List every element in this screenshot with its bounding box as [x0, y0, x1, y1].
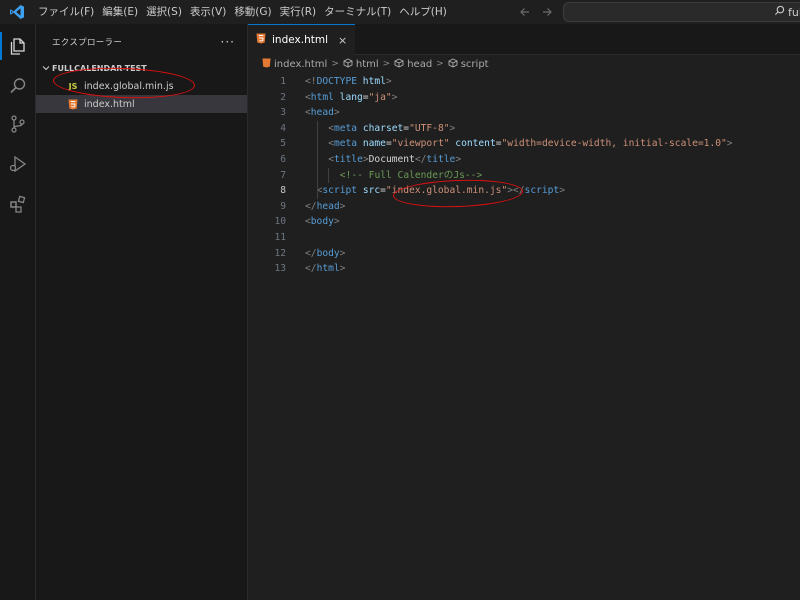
breadcrumb-label: script — [460, 58, 489, 70]
vscode-logo-icon — [0, 0, 34, 24]
code-text: <!-- Full CalenderのJs--> — [339, 169, 483, 181]
menu-terminal[interactable]: ターミナル(T) — [320, 0, 395, 24]
code-line[interactable]: 7 <!-- Full CalenderのJs--> — [248, 168, 800, 184]
navigation-arrows — [518, 0, 554, 24]
line-number: 3 — [280, 107, 286, 119]
code-line[interactable]: 1 <!DOCTYPE html> — [248, 74, 800, 90]
code-line[interactable]: 13 </html> — [248, 261, 800, 277]
code-text: <title>Document</title> — [328, 154, 462, 165]
back-arrow-icon[interactable] — [518, 5, 532, 19]
line-number: 8 — [280, 185, 286, 197]
breadcrumb-html[interactable]: html — [343, 57, 379, 71]
breadcrumb-file[interactable]: index.html — [262, 58, 327, 71]
editor-area: index.html × index.html > html > head > … — [248, 24, 800, 600]
symbol-element-icon — [394, 57, 404, 71]
code-line[interactable]: 5 <meta name="viewport" content="width=de… — [248, 136, 800, 152]
command-center-search[interactable]: full — [563, 2, 800, 22]
tab-index-html[interactable]: index.html × — [248, 24, 356, 55]
title-bar: ファイル(F) 編集(E) 選択(S) 表示(V) 移動(G) 実行(R) ター… — [0, 0, 800, 24]
code-text: </head> — [305, 200, 346, 212]
line-number: 5 — [280, 138, 286, 150]
breadcrumb: index.html > html > head > script — [248, 55, 800, 73]
html-file-icon — [66, 99, 80, 110]
folder-fullcalendar-test[interactable]: FULLCALENDAR-TEST — [36, 59, 247, 77]
line-number: 10 — [274, 216, 286, 228]
line-number: 6 — [280, 154, 286, 165]
line-number: 12 — [274, 247, 286, 259]
file-index-global-min-js[interactable]: JS index.global.min.js — [36, 77, 247, 95]
chevron-right-icon: > — [436, 59, 444, 69]
explorer-icon[interactable] — [4, 32, 32, 60]
code-line[interactable]: 4 <meta charset="UTF-8"> — [248, 121, 800, 137]
js-file-icon: JS — [68, 81, 78, 91]
line-number: 11 — [274, 232, 286, 243]
line-number: 7 — [280, 169, 286, 181]
menu-run[interactable]: 実行(R) — [276, 0, 321, 24]
source-control-icon[interactable] — [4, 110, 32, 138]
explorer-header: エクスプローラー ··· — [36, 24, 247, 59]
code-text: </html> — [305, 263, 346, 275]
indent-guide — [316, 120, 318, 199]
breadcrumb-script[interactable]: script — [448, 57, 489, 71]
code-text: </body> — [305, 247, 346, 259]
file-label: index.html — [84, 98, 135, 110]
code-line[interactable]: 8 <script src="index.global.min.js"></scr… — [248, 183, 800, 199]
code-text: <script src="index.global.min.js"></scri… — [316, 185, 565, 197]
code-text: <meta name="viewport" content="width=dev… — [328, 138, 733, 150]
more-actions-icon[interactable]: ··· — [221, 35, 235, 49]
code-line[interactable]: 9 </head> — [248, 199, 800, 215]
breadcrumb-label: index.html — [274, 58, 328, 70]
menu-edit[interactable]: 編集(E) — [98, 0, 142, 24]
chevron-down-icon — [40, 64, 52, 72]
menu-bar: ファイル(F) 編集(E) 選択(S) 表示(V) 移動(G) 実行(R) ター… — [34, 0, 451, 24]
menu-view[interactable]: 表示(V) — [186, 0, 230, 24]
search-icon — [774, 5, 785, 19]
breadcrumb-label: html — [355, 58, 379, 70]
menu-selection[interactable]: 選択(S) — [142, 0, 186, 24]
breadcrumb-label: head — [407, 58, 433, 70]
line-number: 13 — [274, 263, 286, 275]
line-number: 9 — [280, 200, 286, 212]
folder-label: FULLCALENDAR-TEST — [52, 63, 147, 73]
active-indicator — [0, 32, 2, 60]
indent-guide — [328, 167, 330, 184]
chevron-right-icon: > — [331, 59, 339, 69]
code-line[interactable]: 6 <title>Document</title> — [248, 152, 800, 168]
extensions-icon[interactable] — [4, 190, 32, 218]
forward-arrow-icon[interactable] — [540, 5, 554, 19]
code-line[interactable]: 10 <body> — [248, 214, 800, 230]
explorer-title: エクスプローラー — [52, 37, 123, 48]
symbol-element-icon — [448, 57, 458, 71]
menu-go[interactable]: 移動(G) — [230, 0, 275, 24]
command-center-text: full — [788, 5, 800, 19]
menu-file[interactable]: ファイル(F) — [34, 0, 98, 24]
code-text: <head> — [305, 107, 340, 119]
code-text: <!DOCTYPE html> — [305, 76, 392, 87]
run-debug-icon[interactable] — [4, 150, 32, 178]
line-number: 4 — [280, 122, 286, 134]
chevron-right-icon: > — [382, 59, 391, 69]
line-number: 1 — [280, 76, 286, 87]
html-file-icon — [262, 58, 271, 71]
file-label: index.global.min.js — [84, 80, 174, 92]
code-line[interactable]: 3 <head> — [248, 105, 800, 121]
file-index-html[interactable]: index.html — [36, 95, 247, 113]
code-text: <meta charset="UTF-8"> — [328, 122, 456, 134]
code-line[interactable]: 12 </body> — [248, 246, 800, 262]
activity-bar — [0, 24, 36, 600]
search-view-icon[interactable] — [4, 72, 32, 100]
html-file-icon — [256, 33, 266, 47]
breadcrumb-head[interactable]: head — [394, 57, 433, 71]
explorer-sidebar: エクスプローラー ··· FULLCALENDAR-TEST JS index.… — [36, 24, 248, 600]
line-number: 2 — [280, 91, 286, 103]
code-line[interactable]: 2 <html lang="ja"> — [248, 90, 800, 106]
code-line[interactable]: 11 — [248, 230, 800, 246]
code-text: <body> — [305, 216, 340, 228]
editor-tabs: index.html × — [248, 24, 800, 55]
close-icon[interactable]: × — [338, 34, 347, 47]
code-text: <html lang="ja"> — [305, 91, 398, 103]
tab-label: index.html — [272, 34, 328, 46]
symbol-element-icon — [343, 57, 353, 71]
menu-help[interactable]: ヘルプ(H) — [395, 0, 451, 24]
